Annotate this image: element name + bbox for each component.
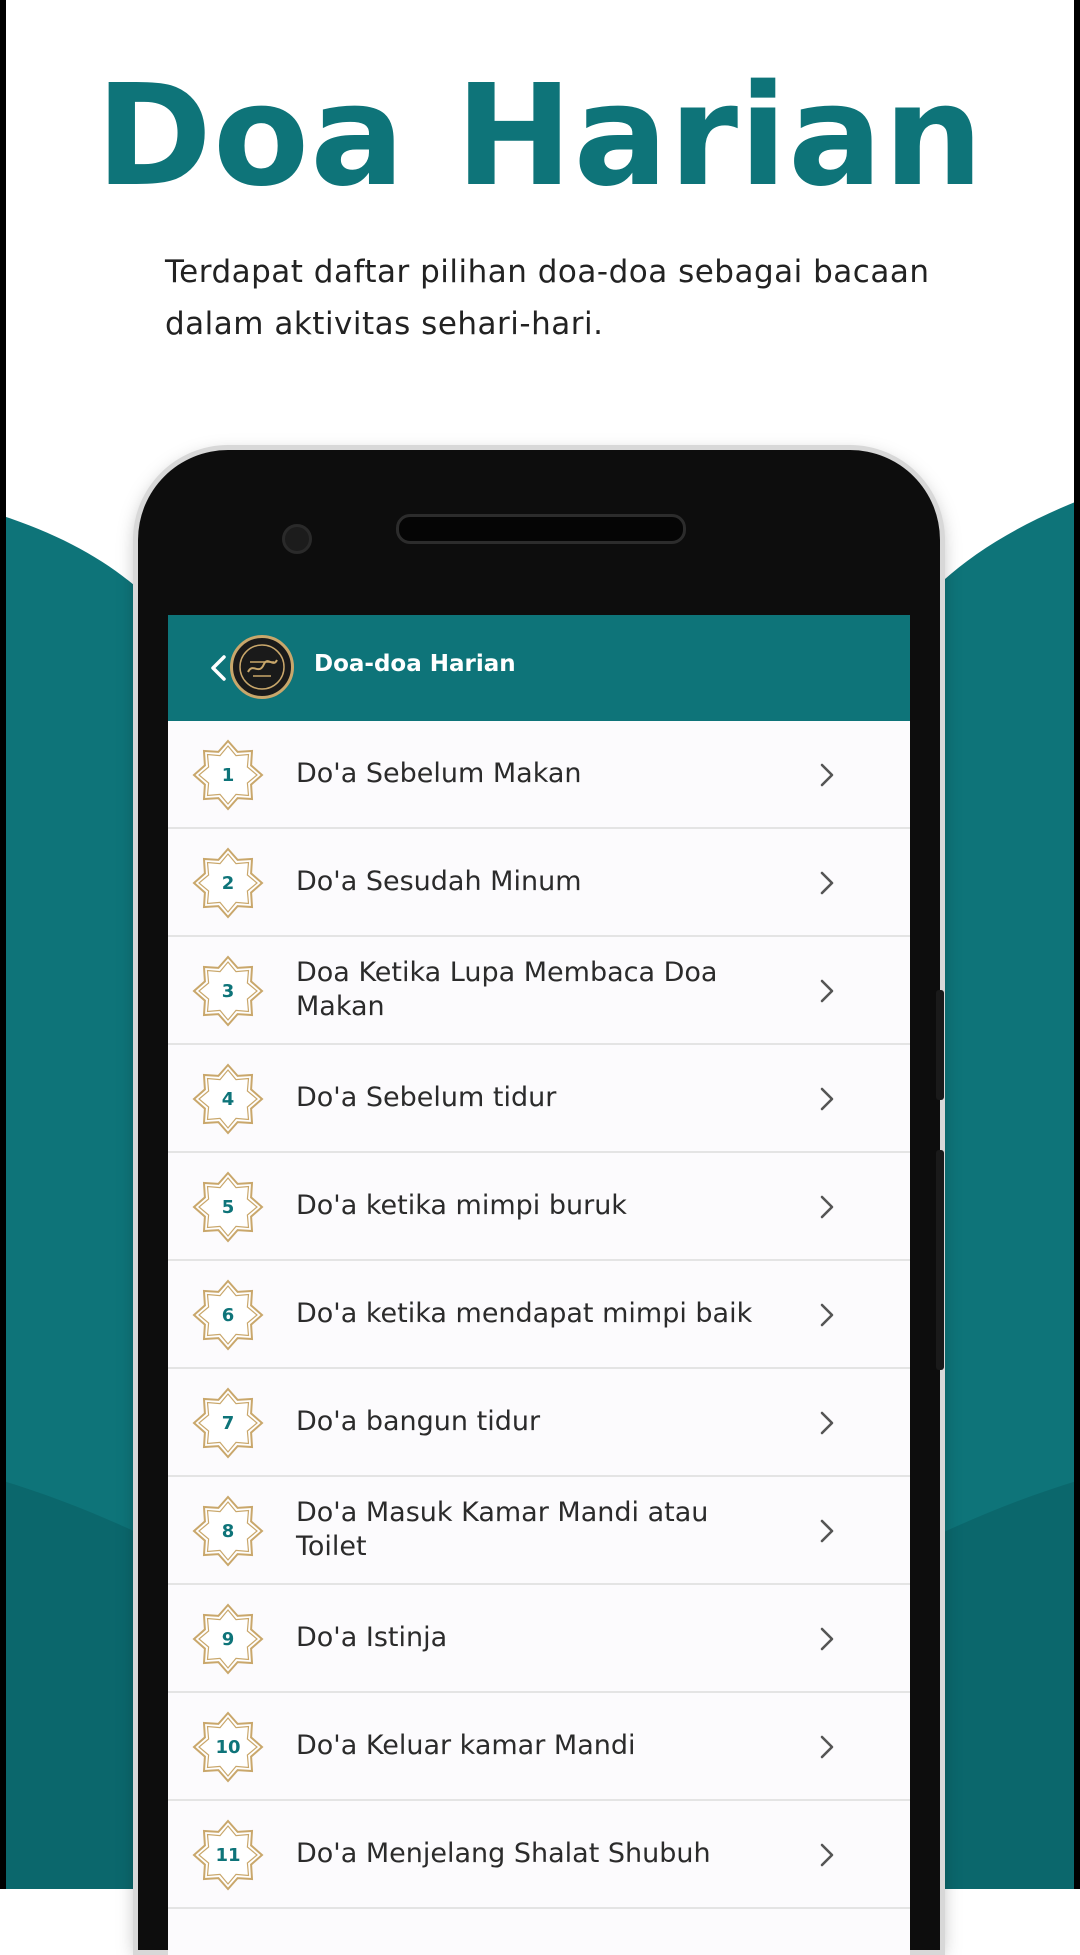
list-item[interactable]: 9 Do'a Istinja bbox=[168, 1585, 910, 1693]
chevron-right-icon bbox=[820, 979, 834, 1003]
number-badge-icon: 8 bbox=[192, 1495, 264, 1567]
list-item[interactable]: 11 Do'a Menjelang Shalat Shubuh bbox=[168, 1801, 910, 1909]
app-title: Doa-doa Harian bbox=[314, 651, 516, 677]
list-item[interactable]: 3 Doa Ketika Lupa Membaca Doa Makan bbox=[168, 937, 910, 1045]
number-badge-icon: 6 bbox=[192, 1279, 264, 1351]
chevron-right-icon bbox=[820, 1627, 834, 1651]
list-item[interactable]: 10 Do'a Keluar kamar Mandi bbox=[168, 1693, 910, 1801]
number-badge-icon: 7 bbox=[192, 1387, 264, 1459]
item-label: Do'a Masuk Kamar Mandi atau Toilet bbox=[296, 1497, 709, 1562]
list-item[interactable]: 6 Do'a ketika mendapat mimpi baik bbox=[168, 1261, 910, 1369]
number-badge-icon: 3 bbox=[192, 955, 264, 1027]
item-number: 10 bbox=[215, 1736, 241, 1758]
hero-description: Terdapat daftar pilihan doa-doa sebagai … bbox=[165, 254, 930, 342]
item-number: 1 bbox=[221, 764, 235, 786]
item-number: 3 bbox=[221, 980, 235, 1002]
item-label: Do'a ketika mendapat mimpi baik bbox=[296, 1298, 753, 1329]
item-label: Do'a bangun tidur bbox=[296, 1406, 541, 1437]
item-number: 5 bbox=[221, 1196, 235, 1218]
phone-mockup: Doa-doa Harian 1 Do'a Sebelum Makan 2 Do'a … bbox=[138, 450, 944, 1955]
app-logo bbox=[230, 635, 294, 699]
item-label: Do'a Menjelang Shalat Shubuh bbox=[296, 1838, 711, 1869]
item-number: 7 bbox=[221, 1412, 235, 1434]
item-number: 6 bbox=[221, 1304, 235, 1326]
chevron-right-icon bbox=[820, 1519, 834, 1543]
list-item[interactable]: 4 Do'a Sebelum tidur bbox=[168, 1045, 910, 1153]
app-screen: Doa-doa Harian 1 Do'a Sebelum Makan 2 Do'a … bbox=[168, 615, 910, 1955]
item-label: Do'a ketika mimpi buruk bbox=[296, 1190, 627, 1221]
chevron-right-icon bbox=[820, 1843, 834, 1867]
item-label: Do'a Istinja bbox=[296, 1622, 448, 1653]
item-label: Do'a Sebelum Makan bbox=[296, 758, 582, 789]
item-label: Doa Ketika Lupa Membaca Doa Makan bbox=[296, 957, 718, 1022]
chevron-right-icon bbox=[820, 763, 834, 787]
list-item[interactable]: 8 Do'a Masuk Kamar Mandi atau Toilet bbox=[168, 1477, 910, 1585]
chevron-right-icon bbox=[820, 1303, 834, 1327]
number-badge-icon: 2 bbox=[192, 847, 264, 919]
item-number: 4 bbox=[221, 1088, 235, 1110]
number-badge-icon: 10 bbox=[192, 1711, 264, 1783]
phone-side-button bbox=[936, 1150, 944, 1370]
list-item[interactable]: 5 Do'a ketika mimpi buruk bbox=[168, 1153, 910, 1261]
app-bar: Doa-doa Harian bbox=[168, 615, 910, 721]
earpiece-speaker bbox=[396, 514, 686, 544]
item-number: 2 bbox=[221, 872, 235, 894]
item-label: Do'a Sebelum tidur bbox=[296, 1082, 557, 1113]
list-item[interactable]: 2 Do'a Sesudah Minum bbox=[168, 829, 910, 937]
item-number: 11 bbox=[215, 1844, 241, 1866]
item-label: Do'a Keluar kamar Mandi bbox=[296, 1730, 636, 1761]
right-frame-border bbox=[1074, 0, 1080, 1889]
item-number: 8 bbox=[221, 1520, 235, 1542]
number-badge-icon: 4 bbox=[192, 1063, 264, 1135]
phone-side-button bbox=[936, 990, 944, 1100]
doa-list: 1 Do'a Sebelum Makan 2 Do'a Sesudah Minum 3 D… bbox=[168, 721, 910, 1909]
number-badge-icon: 9 bbox=[192, 1603, 264, 1675]
number-badge-icon: 1 bbox=[192, 739, 264, 811]
list-item[interactable]: 1 Do'a Sebelum Makan bbox=[168, 721, 910, 829]
list-item[interactable]: 7 Do'a bangun tidur bbox=[168, 1369, 910, 1477]
chevron-right-icon bbox=[820, 1087, 834, 1111]
front-camera bbox=[282, 524, 312, 554]
chevron-right-icon bbox=[820, 1735, 834, 1759]
number-badge-icon: 5 bbox=[192, 1171, 264, 1243]
chevron-right-icon bbox=[820, 1195, 834, 1219]
number-badge-icon: 11 bbox=[192, 1819, 264, 1891]
chevron-right-icon bbox=[820, 1411, 834, 1435]
chevron-right-icon bbox=[820, 871, 834, 895]
item-label: Do'a Sesudah Minum bbox=[296, 866, 582, 897]
left-frame-border bbox=[0, 0, 6, 1889]
item-number: 9 bbox=[221, 1628, 235, 1650]
hero-title: Doa Harian bbox=[95, 55, 985, 218]
